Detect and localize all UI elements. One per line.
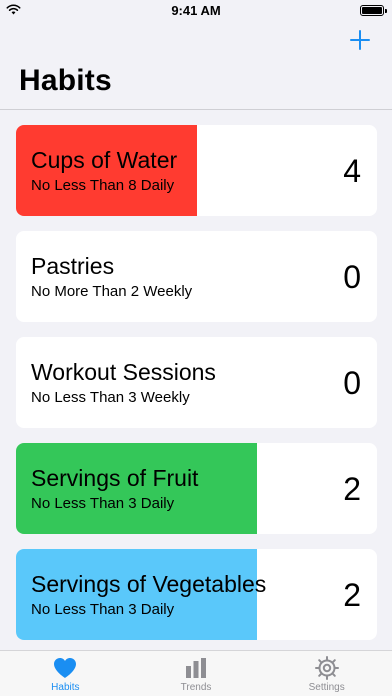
habit-list: Cups of Water No Less Than 8 Daily 4 Pas…	[16, 125, 377, 655]
page-title: Habits	[19, 64, 112, 97]
tab-label: Habits	[51, 682, 80, 693]
habit-goal: No Less Than 3 Daily	[31, 495, 175, 512]
habit-name: Workout Sessions	[31, 359, 216, 385]
tab-bar: Habits Trends Settings	[0, 650, 392, 696]
habit-goal: No Less Than 3 Weekly	[31, 389, 190, 406]
battery-icon	[360, 5, 387, 16]
heart-icon	[54, 658, 77, 678]
habit-name: Cups of Water	[31, 147, 178, 173]
status-time: 9:41 AM	[171, 3, 221, 18]
habit-card-pastries[interactable]: Pastries No More Than 2 Weekly 0	[16, 231, 377, 322]
habit-card-servings-of-vegetables[interactable]: Servings of Vegetables No Less Than 3 Da…	[16, 549, 377, 640]
habit-goal: No More Than 2 Weekly	[31, 283, 193, 300]
tab-trends[interactable]: Trends	[131, 651, 262, 696]
habit-count: 4	[343, 153, 361, 189]
tab-habits[interactable]: Habits	[0, 651, 131, 696]
habit-count: 2	[343, 577, 361, 613]
plus-icon	[350, 30, 370, 50]
habit-count: 2	[343, 471, 361, 507]
gear-icon	[314, 656, 339, 680]
habit-name: Servings of Vegetables	[31, 571, 267, 597]
bar-chart-icon	[186, 658, 206, 678]
habit-name: Servings of Fruit	[31, 465, 199, 491]
habit-count: 0	[343, 259, 361, 295]
tab-settings[interactable]: Settings	[261, 651, 392, 696]
habit-card-servings-of-fruit[interactable]: Servings of Fruit No Less Than 3 Daily 2	[16, 443, 377, 534]
add-habit-button[interactable]	[346, 26, 374, 54]
tab-label: Settings	[308, 682, 345, 693]
habit-name: Pastries	[31, 253, 115, 279]
habit-card-workout-sessions[interactable]: Workout Sessions No Less Than 3 Weekly 0	[16, 337, 377, 428]
tab-label: Trends	[180, 682, 212, 693]
title-divider	[0, 109, 392, 110]
habit-card-cups-of-water[interactable]: Cups of Water No Less Than 8 Daily 4	[16, 125, 377, 216]
status-bar: 9:41 AM	[0, 0, 392, 22]
habit-goal: No Less Than 8 Daily	[31, 177, 175, 194]
habit-count: 0	[343, 365, 361, 401]
status-right	[360, 5, 387, 16]
habit-goal: No Less Than 3 Daily	[31, 601, 175, 618]
